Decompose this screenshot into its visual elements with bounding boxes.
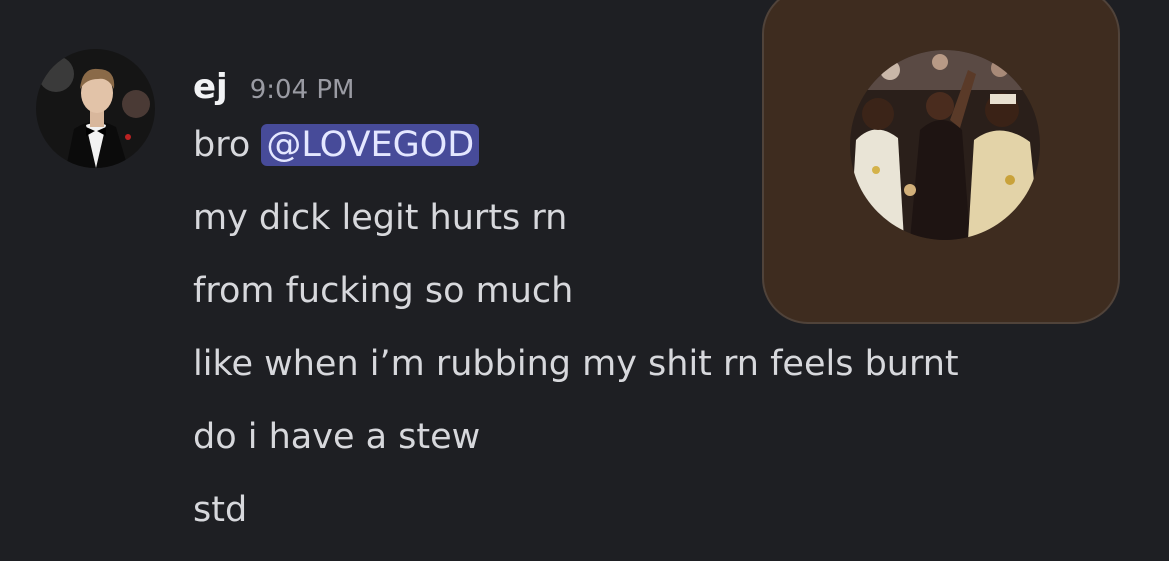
popup-photo-image xyxy=(850,50,1040,240)
message-line: std xyxy=(193,490,248,530)
message-line: like when i’m rubbing my shit rn feels b… xyxy=(193,344,959,384)
message-header: ej 9:04 PM xyxy=(193,64,354,110)
user-avatar[interactable] xyxy=(36,49,155,168)
timestamp: 9:04 PM xyxy=(249,75,355,105)
username[interactable]: ej xyxy=(193,64,228,110)
message-line: do i have a stew xyxy=(193,417,481,457)
popup-avatar xyxy=(850,50,1040,240)
profile-picture-popup[interactable] xyxy=(762,0,1120,324)
avatar-photo xyxy=(36,49,155,168)
message-text: bro xyxy=(193,125,262,165)
chat-view: ej 9:04 PM bro @LOVEGOD my dick legit hu… xyxy=(0,0,1169,561)
user-mention[interactable]: @LOVEGOD xyxy=(261,124,480,166)
